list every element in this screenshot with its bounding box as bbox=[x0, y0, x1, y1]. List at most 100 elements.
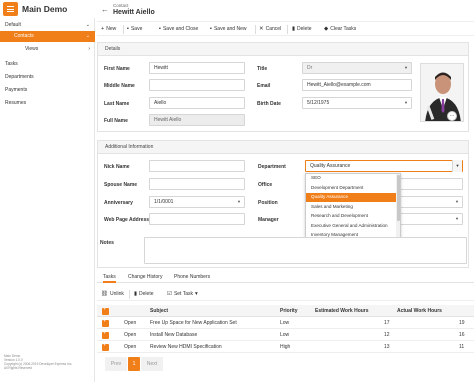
row-priority: High bbox=[280, 344, 291, 350]
department-label: Department bbox=[258, 164, 286, 170]
sidebar: Default ⌄ Contacts ⌄ Views › Tasks Depar… bbox=[0, 18, 95, 382]
row-checkbox[interactable] bbox=[102, 318, 109, 327]
person-photo-icon bbox=[421, 64, 463, 121]
chevron-down-icon: ▼ bbox=[237, 199, 241, 204]
birth-date-value: 5/12/1975 bbox=[307, 100, 330, 106]
checkbox-icon: ☑ bbox=[167, 291, 172, 297]
title-value: Dr bbox=[307, 65, 313, 71]
table-row[interactable]: Open Install New Database Low 12 16 bbox=[97, 329, 474, 341]
dropdown-option[interactable]: Development Department bbox=[306, 184, 398, 193]
grid-toolbar: ⛓ Unlink ▮ Delete ☑ Set Task ▾ bbox=[97, 287, 474, 301]
new-button[interactable]: + New bbox=[101, 24, 116, 35]
app-root: Main Demo Default ⌄ Contacts ⌄ Views › T… bbox=[0, 0, 474, 382]
trash-icon: ▮ bbox=[134, 291, 138, 297]
sidebar-item-label: Resumes bbox=[5, 100, 27, 106]
delete-button[interactable]: ▮ Delete bbox=[292, 24, 311, 35]
sidebar-item-label: Tasks bbox=[5, 61, 18, 67]
title-label: Title bbox=[257, 66, 268, 72]
save-button[interactable]: ▪ Save bbox=[127, 24, 142, 35]
column-header[interactable]: Priority bbox=[280, 305, 298, 317]
more-icon[interactable]: … bbox=[447, 111, 457, 121]
web-page-field[interactable] bbox=[149, 213, 245, 225]
select-all-checkbox[interactable] bbox=[102, 306, 109, 315]
breadcrumb: Contact bbox=[113, 3, 129, 8]
notes-label: Notes bbox=[100, 240, 114, 246]
row-checkbox[interactable] bbox=[102, 330, 109, 339]
row-checkbox[interactable] bbox=[102, 342, 109, 351]
department-select[interactable]: Quality Assurance ▼ bbox=[305, 160, 463, 172]
grid-delete-label: Delete bbox=[139, 291, 154, 297]
save-and-new-button[interactable]: ▪ Save and New bbox=[210, 24, 246, 35]
column-header[interactable]: Estimated Work Hours bbox=[315, 305, 369, 317]
dropdown-option[interactable]: SEO bbox=[306, 174, 398, 183]
dropdown-option[interactable]: Executive General and Administration bbox=[306, 222, 398, 231]
row-est-hours: 12 bbox=[384, 332, 390, 338]
middle-name-field[interactable] bbox=[149, 79, 245, 91]
dropdown-option[interactable]: Sales and Marketing bbox=[306, 203, 398, 212]
set-task-button[interactable]: ☑ Set Task ▾ bbox=[167, 289, 200, 300]
tab-phone-numbers[interactable]: Phone Numbers bbox=[174, 271, 210, 283]
first-name-label: First Name bbox=[104, 66, 130, 72]
row-priority: Low bbox=[280, 320, 290, 326]
sidebar-item-resumes[interactable]: Resumes bbox=[0, 98, 95, 109]
pager-page-button[interactable]: 1 bbox=[128, 357, 140, 371]
last-name-field[interactable]: Aiello bbox=[149, 97, 245, 109]
back-arrow-icon[interactable]: ← bbox=[101, 5, 109, 14]
birth-date-label: Birth Date bbox=[257, 101, 281, 107]
unlink-button[interactable]: ⛓ Unlink bbox=[101, 289, 124, 300]
anniversary-field[interactable]: 1/1/0001 ▼ bbox=[149, 196, 245, 208]
position-label: Position bbox=[258, 200, 278, 206]
save-new-label: Save and New bbox=[213, 26, 247, 32]
save-and-close-button[interactable]: ▪ Save and Close bbox=[159, 24, 198, 35]
chevron-down-icon: ▼ bbox=[404, 100, 408, 105]
spouse-name-label: Spouse Name bbox=[104, 182, 138, 188]
row-est-hours: 17 bbox=[384, 320, 390, 326]
sidebar-footer: Main Demo Version 1.0.0 Copyright (c) 20… bbox=[4, 354, 94, 370]
spouse-name-field[interactable] bbox=[149, 178, 245, 190]
email-field[interactable]: Hewitt_Aiello@example.com bbox=[302, 79, 412, 91]
clear-tasks-button[interactable]: ◆ Clear Tasks bbox=[324, 24, 356, 35]
detail-tabs: Tasks Change History Phone Numbers bbox=[97, 271, 474, 283]
menu-icon[interactable] bbox=[3, 2, 18, 16]
table-row[interactable]: Open Free Up Space for New Application S… bbox=[97, 317, 474, 329]
scrollbar-thumb[interactable] bbox=[396, 175, 400, 221]
sidebar-item-payments[interactable]: Payments bbox=[0, 85, 95, 96]
new-label: New bbox=[106, 26, 117, 32]
sidebar-item-default[interactable]: Default ⌄ bbox=[0, 20, 95, 31]
dropdown-option-selected[interactable]: Quality Assurance bbox=[306, 193, 398, 202]
title-select[interactable]: Dr ▼ bbox=[302, 62, 412, 74]
office-label: Office bbox=[258, 182, 273, 188]
notes-field[interactable] bbox=[144, 237, 467, 264]
pager-prev-button[interactable]: Prev bbox=[105, 357, 127, 371]
sidebar-item-tasks[interactable]: Tasks bbox=[0, 59, 95, 70]
row-est-hours: 13 bbox=[384, 344, 390, 350]
table-row[interactable]: Open Review New HDMI Specification High … bbox=[97, 341, 474, 353]
pager-next-button[interactable]: Next bbox=[141, 357, 163, 371]
chevron-down-icon[interactable]: ▼ bbox=[452, 160, 462, 172]
footer-line: All Rights Reserved bbox=[4, 366, 32, 370]
row-status: Open bbox=[124, 344, 137, 350]
birth-date-field[interactable]: 5/12/1975 ▼ bbox=[302, 97, 412, 109]
anniversary-value: 1/1/0001 bbox=[154, 199, 174, 205]
sidebar-item-label: Contacts bbox=[14, 33, 34, 39]
additional-heading: Additional Information bbox=[98, 141, 468, 154]
sidebar-item-contacts[interactable]: Contacts ⌄ bbox=[0, 31, 95, 42]
save-close-icon: ▪ bbox=[159, 26, 161, 32]
first-name-field[interactable]: Hewitt bbox=[149, 62, 245, 74]
row-status: Open bbox=[124, 320, 137, 326]
sidebar-item-departments[interactable]: Departments bbox=[0, 72, 95, 83]
save-label: Save bbox=[130, 26, 143, 32]
sidebar-item-label: Views bbox=[25, 46, 39, 52]
grid-delete-button[interactable]: ▮ Delete bbox=[134, 289, 153, 300]
sidebar-item-label: Default bbox=[5, 22, 21, 28]
dropdown-option[interactable]: Research and Development bbox=[306, 212, 398, 221]
tab-tasks[interactable]: Tasks bbox=[103, 271, 116, 283]
sidebar-item-views[interactable]: Views › bbox=[0, 44, 95, 55]
full-name-label: Full Name bbox=[104, 118, 128, 124]
column-header[interactable]: Subject bbox=[150, 305, 168, 317]
dropdown-scrollbar[interactable] bbox=[396, 174, 400, 240]
nick-name-field[interactable] bbox=[149, 160, 245, 172]
cancel-button[interactable]: ✕ Cancel bbox=[259, 24, 281, 35]
tab-change-history[interactable]: Change History bbox=[128, 271, 162, 283]
column-header[interactable]: Actual Work Hours bbox=[397, 305, 442, 317]
